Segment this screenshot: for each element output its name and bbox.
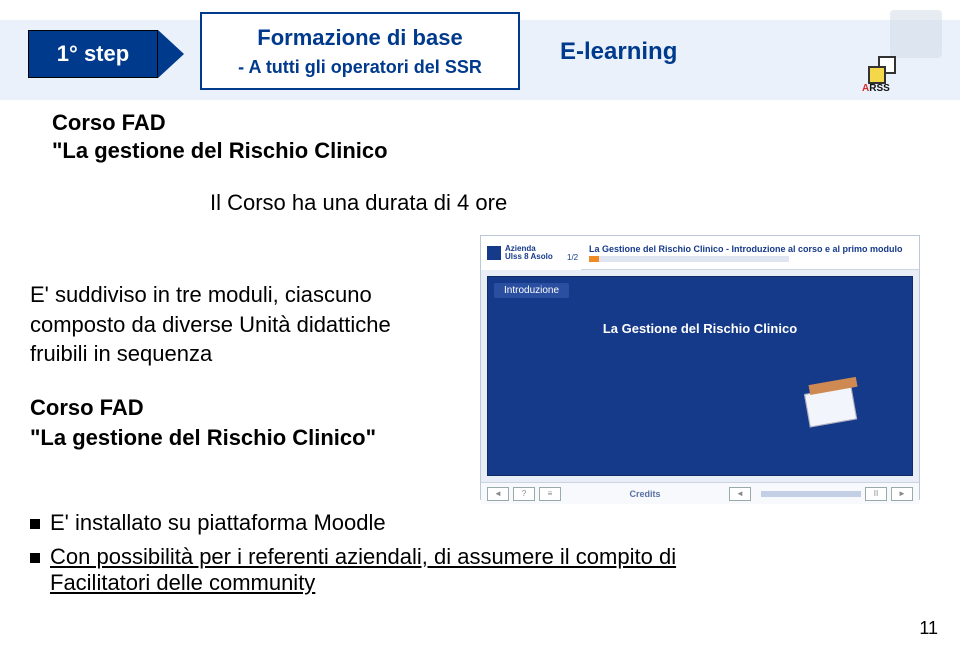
map-icon — [890, 10, 942, 58]
back-button[interactable]: ◄ — [487, 487, 509, 501]
course-title-line2: "La gestione del Rischio Clinico — [52, 138, 388, 164]
mode-label: E-learning — [560, 38, 677, 66]
pause-button[interactable]: II — [865, 487, 887, 501]
page-number: 11 — [919, 618, 938, 639]
course-title-line1: Corso FAD — [52, 110, 166, 136]
elearning-player: Azienda Ulss 8 Asolo La Gestione del Ris… — [480, 235, 920, 500]
player-long-title: La Gestione del Rischio Clinico - Introd… — [589, 244, 919, 254]
slide-title: La Gestione del Rischio Clinico — [488, 321, 912, 336]
structure-paragraph: E' suddiviso in tre moduli, ciascuno com… — [30, 280, 410, 369]
player-controls: ◄ ? ≡ Credits ◄ II ► — [481, 482, 919, 504]
player-slide: Introduzione La Gestione del Rischio Cli… — [487, 276, 913, 476]
progress-label: 1/2 — [567, 253, 578, 262]
bullet-text-2: Con possibilità per i referenti aziendal… — [50, 544, 676, 596]
help-button[interactable]: ? — [513, 487, 535, 501]
step-badge: 1° step — [28, 30, 158, 78]
playback-progress[interactable] — [761, 491, 861, 497]
player-org-logo: Azienda Ulss 8 Asolo — [481, 236, 581, 270]
bullet-icon — [30, 519, 40, 529]
org-line2: Ulss 8 Asolo — [505, 253, 553, 261]
logo-text-rest: RSS — [869, 83, 890, 94]
index-button[interactable]: ≡ — [539, 487, 561, 501]
bullet-list: E' installato su piattaforma Moodle Con … — [30, 510, 790, 604]
player-title-bar: La Gestione del Rischio Clinico - Introd… — [581, 236, 919, 270]
arss-logo: ARSS — [862, 10, 942, 90]
prev-button[interactable]: ◄ — [729, 487, 751, 501]
notebook-icon — [803, 376, 866, 429]
body-left: E' suddiviso in tre moduli, ciascuno com… — [30, 280, 410, 452]
fad-subtitle: "La gestione del Rischio Clinico" — [30, 423, 410, 453]
arrow-icon — [158, 30, 184, 78]
base-training-line2: - A tutti gli operatori del SSR — [238, 57, 482, 78]
next-button[interactable]: ► — [891, 487, 913, 501]
player-progress-indicator: 1/2 — [589, 256, 789, 262]
bullet-text-1: E' installato su piattaforma Moodle — [50, 510, 386, 536]
bullet-icon — [30, 553, 40, 563]
bullet-item: Con possibilità per i referenti aziendal… — [30, 544, 790, 596]
slide-tab[interactable]: Introduzione — [494, 283, 569, 298]
player-header: Azienda Ulss 8 Asolo La Gestione del Ris… — [481, 236, 919, 270]
course-duration: Il Corso ha una durata di 4 ore — [210, 190, 507, 216]
fad-title: Corso FAD — [30, 393, 410, 423]
bullet-item: E' installato su piattaforma Moodle — [30, 510, 790, 536]
base-training-box: Formazione di base - A tutti gli operato… — [200, 12, 520, 90]
credits-label[interactable]: Credits — [629, 489, 660, 499]
logo-text: ARSS — [862, 83, 890, 94]
bullet-2-line2: Facilitatori delle community — [50, 570, 315, 595]
base-training-line1: Formazione di base — [257, 25, 462, 51]
org-logo-icon — [487, 246, 501, 260]
bullet-2-line1: Con possibilità per i referenti aziendal… — [50, 544, 676, 569]
step-label: 1° step — [57, 41, 129, 67]
